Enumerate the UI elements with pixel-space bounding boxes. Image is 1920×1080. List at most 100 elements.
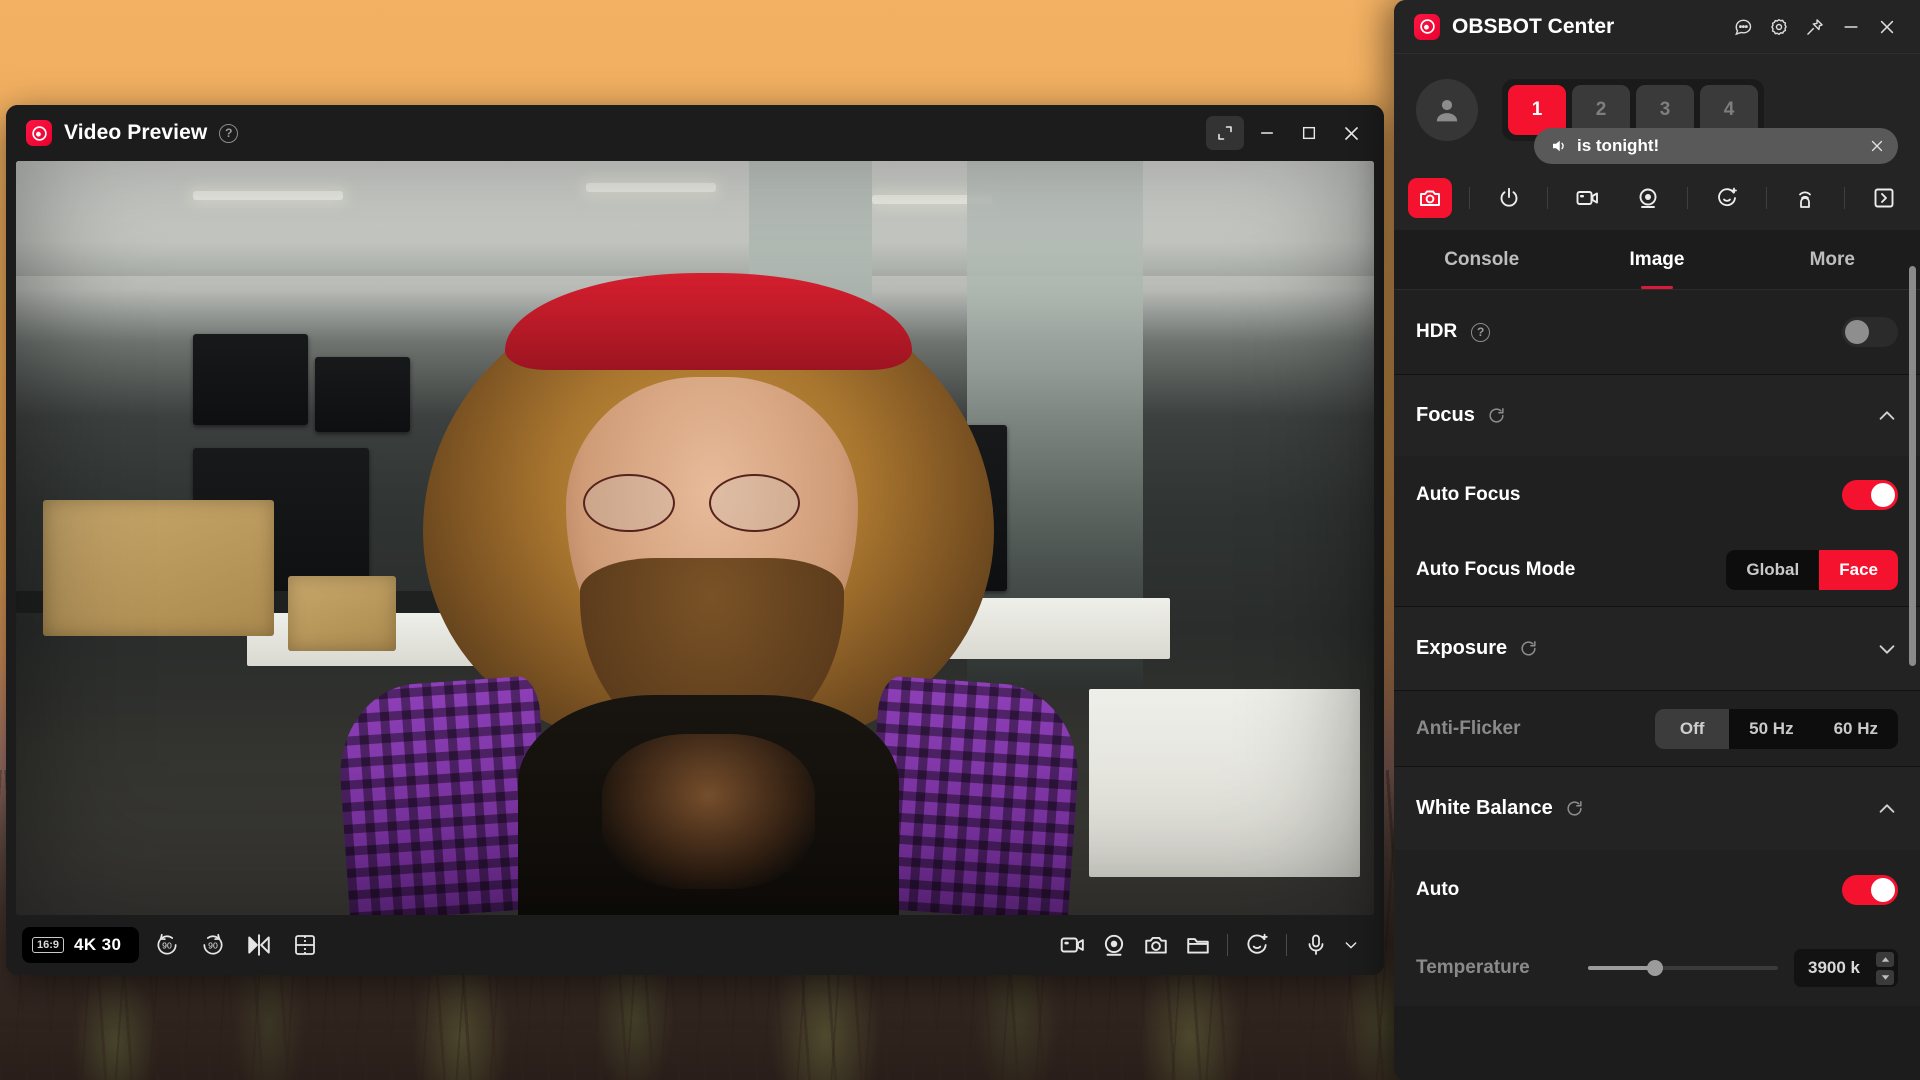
- temperature-controls: 3900 k: [1588, 949, 1898, 987]
- camera-tool[interactable]: [1408, 178, 1452, 218]
- audio-dropdown-button[interactable]: [1340, 927, 1362, 963]
- setting-row-anti-flicker: Anti-Flicker Off 50 Hz 60 Hz: [1394, 690, 1920, 766]
- obsbot-tabs: Console Image More: [1394, 230, 1920, 290]
- close-button[interactable]: [1332, 116, 1370, 150]
- video-vignette: [16, 161, 1374, 915]
- speaker-icon: [1550, 137, 1568, 155]
- setting-row-auto-focus-mode: Auto Focus Mode Global Face: [1394, 534, 1920, 606]
- focus-section-label: Focus: [1416, 404, 1475, 426]
- notification-text: is tonight!: [1577, 136, 1660, 155]
- gear-icon[interactable]: [1762, 11, 1796, 43]
- auto-focus-label: Auto Focus: [1416, 484, 1521, 505]
- video-tool[interactable]: [1565, 178, 1609, 218]
- gesture-tool[interactable]: [1783, 178, 1827, 218]
- temperature-label: Temperature: [1416, 957, 1530, 978]
- anti-flicker-option-off[interactable]: Off: [1655, 708, 1730, 749]
- hdr-help-icon[interactable]: ?: [1471, 322, 1491, 342]
- focus-reset-icon[interactable]: [1487, 406, 1506, 425]
- settings-scroll-area[interactable]: HDR ? Focus Auto Focus Auto Focus Mode G…: [1394, 290, 1920, 1080]
- auto-focus-mode-segment-wrap: Global Face: [1726, 550, 1898, 590]
- beauty-effects-button[interactable]: [1239, 927, 1275, 963]
- snapshot-button[interactable]: [1138, 927, 1174, 963]
- wb-auto-toggle[interactable]: [1842, 875, 1898, 905]
- anti-flicker-option-60hz[interactable]: 60 Hz: [1814, 709, 1898, 749]
- white-balance-collapse-chevron-up-icon[interactable]: [1876, 798, 1898, 820]
- webcam-button[interactable]: [1096, 927, 1132, 963]
- expand-panel-tool[interactable]: [1862, 178, 1906, 218]
- close-button[interactable]: [1870, 11, 1904, 43]
- obsbot-feature-toolbar: [1394, 166, 1920, 230]
- temperature-value: 3900 k: [1808, 958, 1860, 977]
- obsbot-profile-section: 1 2 3 4 is tonight!: [1394, 54, 1920, 166]
- temperature-decrease-button[interactable]: [1876, 969, 1894, 985]
- resolution-pill[interactable]: 16:9 4K 30: [22, 927, 140, 963]
- tab-image[interactable]: Image: [1569, 230, 1744, 289]
- notification-toast: is tonight!: [1534, 128, 1898, 164]
- exposure-section-label: Exposure: [1416, 637, 1508, 659]
- obsbot-window-buttons: [1726, 11, 1904, 43]
- auto-focus-mode-label: Auto Focus Mode: [1416, 559, 1576, 580]
- mirror-flip-button[interactable]: [241, 927, 277, 963]
- minimize-button[interactable]: [1834, 11, 1868, 43]
- control-separator: [1227, 934, 1228, 956]
- obsbot-center-panel: OBSBOT Center 1 2 3 4 is tonight! Consol…: [1394, 0, 1920, 1080]
- rotate-left-90-button[interactable]: 90: [149, 927, 185, 963]
- video-preview-window-buttons: [1206, 116, 1370, 150]
- settings-scrollbar[interactable]: [1909, 266, 1916, 666]
- exposure-expand-chevron-down-icon[interactable]: [1876, 638, 1898, 660]
- control-separator: [1286, 934, 1287, 956]
- maximize-button[interactable]: [1290, 116, 1328, 150]
- anti-flicker-segment-wrap: Off 50 Hz 60 Hz: [1655, 708, 1898, 749]
- setting-row-temperature: Temperature 3900 k: [1394, 930, 1920, 1006]
- pin-icon[interactable]: [1798, 11, 1832, 43]
- notification-close-icon[interactable]: [1868, 137, 1886, 155]
- wb-auto-label: Auto: [1416, 879, 1460, 900]
- temperature-slider[interactable]: [1588, 960, 1778, 976]
- white-balance-reset-icon[interactable]: [1565, 799, 1584, 818]
- tab-console[interactable]: Console: [1394, 230, 1569, 289]
- temperature-increase-button[interactable]: [1876, 951, 1894, 967]
- obsbot-logo-icon: [1414, 13, 1440, 40]
- toolbar-separator: [1686, 187, 1688, 209]
- exposure-reset-icon[interactable]: [1519, 639, 1538, 658]
- open-folder-button[interactable]: [1180, 927, 1216, 963]
- resolution-label: 4K 30: [74, 935, 122, 954]
- aspect-ratio-badge: 16:9: [32, 936, 65, 954]
- anti-flicker-option-50hz[interactable]: 50 Hz: [1729, 709, 1813, 749]
- focus-collapse-chevron-up-icon[interactable]: [1876, 405, 1898, 427]
- expand-button[interactable]: [1206, 116, 1244, 150]
- feedback-button[interactable]: [1726, 11, 1760, 43]
- temperature-slider-thumb[interactable]: [1646, 960, 1663, 976]
- user-avatar-icon[interactable]: [1416, 79, 1478, 141]
- video-preview-title: Video Preview: [64, 121, 208, 144]
- power-tool[interactable]: [1487, 178, 1531, 218]
- video-preview-feed[interactable]: [16, 161, 1374, 915]
- microphone-button[interactable]: [1298, 927, 1334, 963]
- section-header-focus[interactable]: Focus: [1394, 374, 1920, 456]
- auto-focus-mode-segmented-control: Global Face: [1726, 550, 1898, 590]
- toolbar-separator: [1765, 187, 1767, 209]
- section-header-white-balance[interactable]: White Balance: [1394, 766, 1920, 850]
- hdr-toggle[interactable]: [1842, 317, 1898, 347]
- auto-focus-toggle[interactable]: [1842, 480, 1898, 510]
- svg-text:90: 90: [163, 941, 173, 951]
- section-header-exposure[interactable]: Exposure: [1394, 606, 1920, 690]
- auto-focus-toggle-wrap: [1842, 480, 1898, 510]
- video-preview-controls: 16:9 4K 30 90 90: [6, 915, 1384, 975]
- obsbot-logo-icon: [26, 120, 52, 146]
- tab-more[interactable]: More: [1745, 230, 1920, 289]
- temperature-number-field[interactable]: 3900 k: [1794, 949, 1898, 987]
- video-preview-window: Video Preview ? 16:9 4K 30 90 90: [6, 105, 1384, 975]
- help-icon[interactable]: ?: [219, 123, 239, 143]
- auto-focus-mode-option-global[interactable]: Global: [1726, 550, 1819, 590]
- auto-focus-mode-option-face[interactable]: Face: [1819, 550, 1898, 590]
- rotate-right-90-button[interactable]: 90: [195, 927, 231, 963]
- hdr-label: HDR: [1416, 321, 1458, 342]
- record-video-button[interactable]: [1054, 927, 1090, 963]
- minimize-button[interactable]: [1248, 116, 1286, 150]
- beauty-tool[interactable]: [1705, 178, 1749, 218]
- anti-flicker-segmented-control: Off 50 Hz 60 Hz: [1655, 708, 1898, 749]
- tracking-tool[interactable]: [1626, 178, 1670, 218]
- grid-overlay-button[interactable]: [287, 927, 323, 963]
- anti-flicker-label: Anti-Flicker: [1416, 717, 1521, 739]
